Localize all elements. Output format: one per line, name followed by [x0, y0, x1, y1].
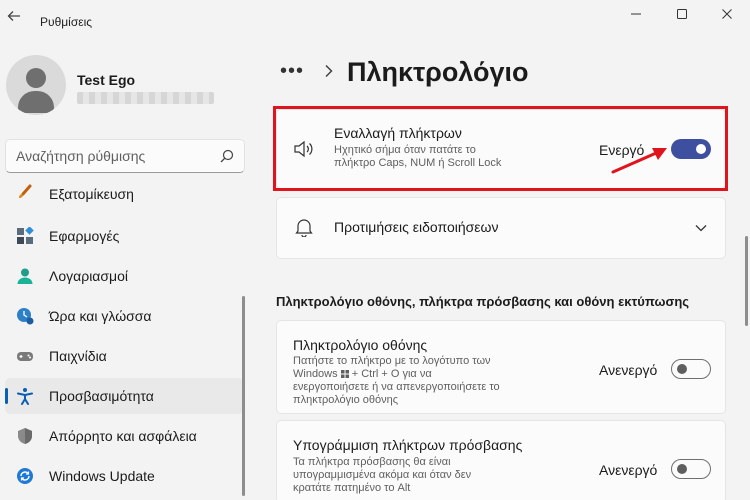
onscreen-keyboard-title: Πληκτρολόγιο οθόνης	[293, 337, 428, 353]
sidebar-scrollbar[interactable]	[242, 296, 245, 496]
close-button[interactable]	[713, 6, 741, 26]
section-heading: Πληκτρολόγιο οθόνης, πλήκτρα πρόσβασης κ…	[276, 294, 690, 309]
sidebar-item-gaming[interactable]: Παιχνίδια	[5, 338, 243, 374]
back-arrow-icon	[7, 11, 20, 21]
time-language-icon	[17, 308, 34, 325]
minimize-icon	[631, 13, 641, 15]
desc-text: + Ctrl + O για να	[351, 368, 432, 380]
desc-line: υπογραμμισμένα ακόμα και όταν δεν	[293, 469, 472, 481]
sidebar-item-label: Εφαρμογές	[49, 228, 120, 244]
toggle-keys-description: Ηχητικό σήμα όταν πατάτε το πλήκτρο Caps…	[334, 144, 501, 170]
sidebar-item-label: Λογαριασμοί	[49, 268, 129, 284]
sidebar-item-label: Προσβασιμότητα	[49, 388, 154, 404]
bell-icon	[295, 219, 313, 237]
windows-logo-icon	[340, 370, 349, 378]
switch-knob	[677, 364, 687, 374]
annotation-arrow-icon	[611, 148, 667, 174]
desc-line: Πατήστε το πλήκτρο με το λογότυπο των	[293, 355, 491, 367]
apps-icon	[17, 227, 34, 244]
sidebar-item-personalization[interactable]: Εξατομίκευση	[5, 178, 243, 212]
access-keys-state: Ανενεργό	[599, 462, 658, 478]
sidebar-item-windows-update[interactable]: Windows Update	[5, 458, 243, 494]
sidebar-item-label: Απόρρητο και ασφάλεια	[49, 428, 197, 444]
avatar[interactable]	[6, 55, 66, 115]
sidebar-item-label: Ώρα και γλώσσα	[49, 308, 152, 324]
page-title: Πληκτρολόγιο	[347, 57, 529, 87]
toggle-keys-title: Εναλλαγή πλήκτρων	[334, 125, 462, 141]
update-icon	[17, 468, 33, 484]
desc-line: Windows + Ctrl + O για να	[293, 368, 500, 381]
active-indicator	[5, 388, 8, 404]
close-icon	[722, 9, 732, 19]
onscreen-keyboard-description: Πατήστε το πλήκτρο με το λογότυπο των Wi…	[293, 355, 500, 407]
onscreen-keyboard-switch[interactable]	[671, 359, 711, 379]
chevron-down-icon	[695, 225, 707, 232]
sidebar-item-accessibility[interactable]: Προσβασιμότητα	[5, 378, 243, 414]
profile-email-redacted	[77, 92, 214, 104]
maximize-icon	[677, 9, 687, 19]
desc-line: Τα πλήκτρα πρόσβασης θα είναι	[293, 456, 451, 468]
notification-preferences-card[interactable]: Προτιμήσεις ειδοποιήσεων	[276, 197, 726, 259]
profile-name: Test Ego	[77, 72, 136, 88]
sidebar-item-time-language[interactable]: Ώρα και γλώσσα	[5, 298, 243, 334]
sidebar-item-label: Windows Update	[49, 468, 155, 484]
avatar-body	[18, 91, 54, 113]
sidebar-item-accounts[interactable]: Λογαριασμοί	[5, 258, 243, 294]
sidebar-item-apps[interactable]: Εφαρμογές	[5, 218, 243, 254]
main-scrollbar[interactable]	[745, 236, 748, 326]
brush-icon	[19, 184, 32, 198]
speaker-icon	[294, 140, 313, 158]
breadcrumb-overflow-button[interactable]: •••	[280, 60, 304, 83]
access-keys-switch[interactable]	[671, 459, 711, 479]
desc-line: πληκτρολόγιο οθόνης	[293, 394, 399, 406]
desc-text: Windows	[293, 368, 338, 380]
gamepad-icon	[17, 352, 33, 361]
onscreen-keyboard-state: Ανενεργό	[599, 362, 658, 378]
switch-knob	[696, 144, 706, 154]
desc-line: Ηχητικό σήμα όταν πατάτε το	[334, 144, 476, 156]
sidebar-item-privacy-security[interactable]: Απόρρητο και ασφάλεια	[5, 418, 243, 454]
chevron-right-icon	[325, 64, 333, 78]
minimize-button[interactable]	[622, 6, 650, 26]
desc-line: πλήκτρο Caps, NUM ή Scroll Lock	[334, 157, 502, 169]
notification-preferences-title: Προτιμήσεις ειδοποιήσεων	[334, 219, 499, 235]
search-input[interactable]	[6, 140, 216, 172]
search-icon[interactable]	[220, 149, 234, 163]
toggle-keys-switch[interactable]	[671, 139, 711, 159]
account-icon	[17, 268, 33, 284]
access-keys-card: Υπογράμμιση πλήκτρων πρόσβασης Τα πλήκτρ…	[276, 420, 726, 500]
search-box[interactable]	[5, 139, 245, 173]
back-button[interactable]	[6, 9, 22, 25]
sidebar-item-label: Παιχνίδια	[49, 348, 107, 364]
switch-knob	[677, 464, 687, 474]
desc-line: ενεργοποιήσετε ή να απενεργοποιήσετε το	[293, 381, 500, 393]
onscreen-keyboard-card: Πληκτρολόγιο οθόνης Πατήστε το πλήκτρο μ…	[276, 320, 726, 414]
title-bar: Ρυθμίσεις	[0, 0, 750, 32]
maximize-button[interactable]	[668, 6, 696, 26]
sidebar-item-label: Εξατομίκευση	[49, 186, 134, 202]
avatar-head	[26, 68, 46, 88]
desc-line: κρατάτε πατημένο το Alt	[293, 482, 411, 494]
app-title: Ρυθμίσεις	[40, 15, 93, 29]
shield-icon	[18, 428, 32, 444]
access-keys-title: Υπογράμμιση πλήκτρων πρόσβασης	[293, 437, 523, 453]
accessibility-icon	[17, 388, 33, 405]
access-keys-description: Τα πλήκτρα πρόσβασης θα είναι υπογραμμισ…	[293, 456, 471, 495]
